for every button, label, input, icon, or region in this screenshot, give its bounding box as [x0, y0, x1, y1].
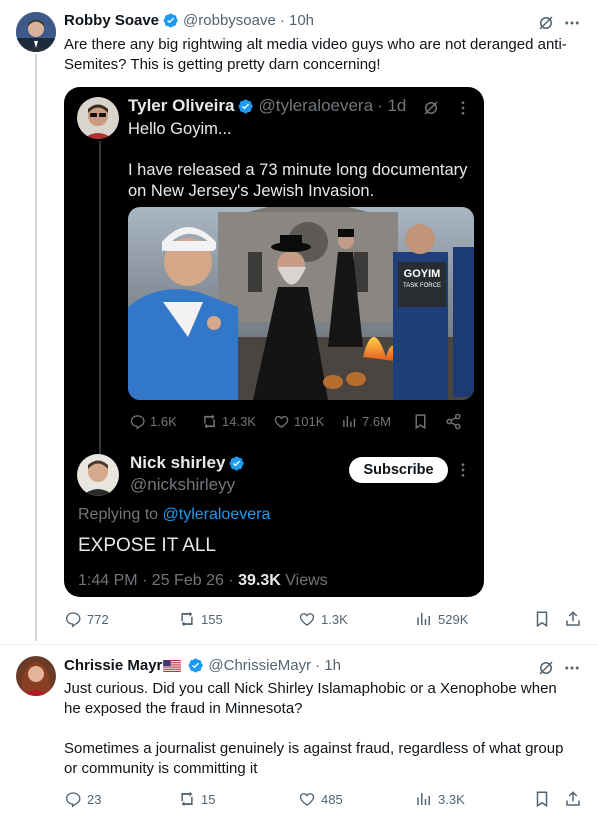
tweet-actions: 772 155 1.3K 529K [64, 610, 594, 630]
like-action[interactable]: 485 [298, 790, 343, 808]
divider [0, 644, 598, 645]
reply-action[interactable]: 1.6K [129, 413, 177, 430]
verified-badge-icon [229, 456, 245, 470]
verified-badge-icon [239, 99, 254, 113]
reply-header: Nick shirley @nickshirleyy [130, 453, 245, 495]
like-count: 485 [321, 791, 343, 807]
more-options-icon[interactable] [563, 14, 581, 32]
repost-action[interactable]: 15 [178, 790, 215, 808]
views-count: 7.6M [362, 414, 391, 429]
more-options-icon[interactable] [563, 659, 581, 677]
views-count: 3.3K [438, 791, 465, 807]
tweet-text-line: or community is committing it [64, 760, 258, 777]
vest-sublabel: TASK FORCE [403, 283, 441, 289]
quoted-text-line: Hello Goyim... [128, 120, 232, 138]
subscribe-button[interactable]: Subscribe [349, 457, 448, 483]
grok-icon[interactable] [537, 659, 555, 677]
reply-count: 23 [87, 791, 102, 807]
post-time[interactable]: · 1h [315, 657, 341, 674]
quoted-author-name[interactable]: Tyler Oliveira [128, 96, 234, 116]
reply-count: 1.6K [150, 414, 177, 429]
quoted-text-line: on New Jersey's Jewish Invasion. [128, 182, 375, 200]
quoted-avatar[interactable] [77, 97, 119, 139]
tweet-text-line: Just curious. Did you call Nick Shirley … [64, 680, 557, 697]
thread-line [35, 54, 37, 641]
us-flag-icon [163, 659, 182, 672]
replying-to: Replying to @tyleraloevera [78, 504, 270, 525]
vest-label: GOYIM [404, 268, 441, 280]
card-thread-line [99, 141, 101, 459]
verified-badge-icon [188, 658, 204, 673]
author-handle[interactable]: @ChrissieMayr [208, 657, 311, 674]
tweet-text-line: Are there any big rightwing alt media vi… [64, 36, 567, 53]
views-count: 529K [438, 611, 469, 627]
reply-views-label: Views [285, 572, 328, 589]
reply-timestamp[interactable]: 1:44 PM · 25 Feb 26 · [78, 572, 234, 589]
like-action[interactable]: 1.3K [298, 610, 348, 628]
author-name[interactable]: Chrissie Mayr [64, 657, 162, 674]
share-icon[interactable] [564, 610, 582, 628]
views-action[interactable]: 3.3K [415, 790, 465, 808]
tweet-text-line: Sometimes a journalist genuinely is agai… [64, 740, 564, 757]
more-options-icon[interactable] [454, 461, 472, 479]
views-action[interactable]: 7.6M [341, 413, 391, 430]
tweet-text-line: Semites? This is getting pretty darn con… [64, 56, 381, 73]
reply-meta: 1:44 PM · 25 Feb 26 · 39.3K Views [78, 570, 328, 591]
share-icon[interactable] [445, 413, 462, 430]
reply-count: 772 [87, 611, 109, 627]
views-action[interactable]: 529K [415, 610, 468, 628]
avatar[interactable] [16, 12, 56, 52]
quoted-text-line: I have released a 73 minute long documen… [128, 161, 468, 179]
reply-views-count: 39.3K [238, 572, 281, 589]
reply-text: EXPOSE IT ALL [78, 535, 217, 556]
author-handle[interactable]: @robbysoave [183, 12, 276, 29]
quoted-post-time[interactable]: · 1d [377, 96, 406, 116]
video-thumbnail[interactable]: GOYIM TASK FORCE [128, 207, 474, 400]
like-count: 101K [294, 414, 325, 429]
grok-icon[interactable] [422, 99, 440, 117]
reply-action[interactable]: 23 [64, 790, 101, 808]
avatar[interactable] [16, 656, 56, 696]
repost-count: 155 [201, 611, 223, 627]
reply-author-handle[interactable]: @nickshirleyy [130, 475, 235, 495]
like-count: 1.3K [321, 611, 348, 627]
bookmark-icon[interactable] [533, 610, 551, 628]
tweet-text: Are there any big rightwing alt media vi… [64, 35, 584, 75]
repost-action[interactable]: 155 [178, 610, 223, 628]
quoted-author-handle[interactable]: @tyleraloevera [258, 96, 373, 116]
bookmark-icon[interactable] [533, 790, 551, 808]
tweet-text-line: he exposed the fraud in Minnesota? [64, 700, 303, 717]
bookmark-icon[interactable] [412, 413, 429, 430]
like-action[interactable]: 101K [273, 413, 324, 430]
tweet-header: Robby Soave @robbysoave · 10h [64, 12, 314, 29]
repost-count: 15 [201, 791, 216, 807]
quoted-header: Tyler Oliveira @tyleraloevera · 1d [128, 96, 406, 116]
author-name[interactable]: Robby Soave [64, 12, 159, 29]
reply-action[interactable]: 772 [64, 610, 109, 628]
tweet-header: Chrissie Mayr @ChrissieMayr · 1h [64, 657, 341, 674]
embedded-thread-card[interactable]: Tyler Oliveira @tyleraloevera · 1d Hello… [64, 87, 484, 597]
tweet-actions: 23 15 485 3.3K [64, 790, 594, 810]
tweet-text: Just curious. Did you call Nick Shirley … [64, 679, 584, 779]
reply-author-name[interactable]: Nick shirley [130, 453, 225, 473]
share-icon[interactable] [564, 790, 582, 808]
repost-count: 14.3K [222, 414, 256, 429]
replying-to-prefix: Replying to [78, 506, 159, 523]
repost-action[interactable]: 14.3K [201, 413, 256, 430]
grok-icon[interactable] [537, 14, 555, 32]
verified-badge-icon [163, 13, 178, 28]
post-time[interactable]: · 10h [280, 12, 314, 29]
more-options-icon[interactable] [454, 99, 472, 117]
replying-to-handle[interactable]: @tyleraloevera [163, 506, 271, 523]
reply-avatar[interactable] [77, 454, 119, 496]
